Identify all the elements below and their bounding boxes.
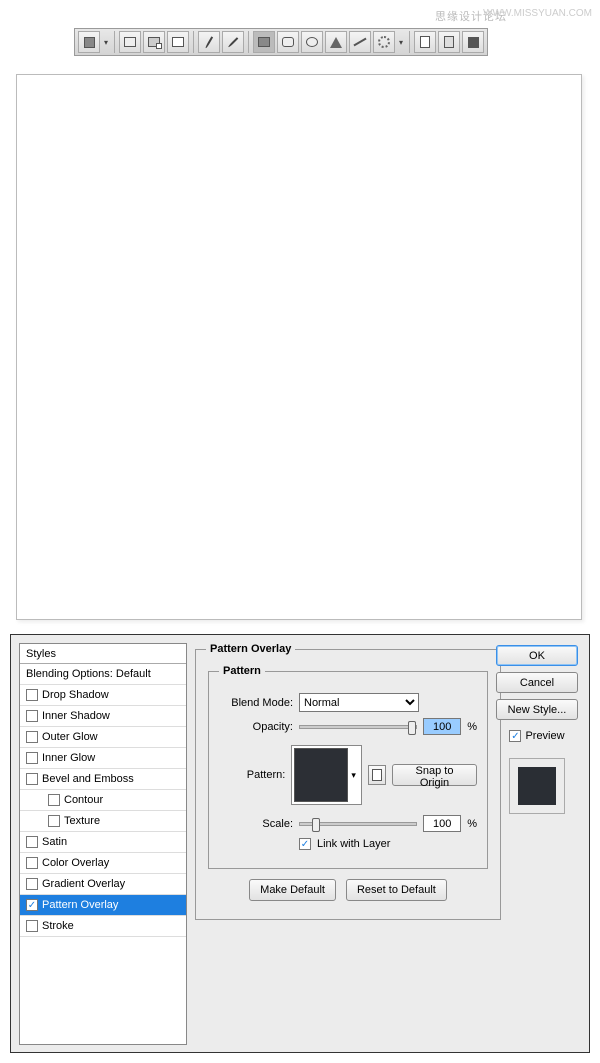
styles-header[interactable]: Styles (20, 644, 186, 664)
cancel-button[interactable]: Cancel (496, 672, 578, 693)
style-label: Gradient Overlay (42, 874, 125, 895)
document-canvas[interactable] (16, 74, 582, 620)
reset-to-default-button[interactable]: Reset to Default (346, 879, 447, 901)
style-checkbox[interactable] (26, 752, 38, 764)
make-default-button[interactable]: Make Default (249, 879, 336, 901)
style-row-stroke[interactable]: Stroke (20, 916, 186, 937)
style-label: Outer Glow (42, 727, 98, 748)
layer-style-dialog: Styles Blending Options: Default Drop Sh… (10, 634, 590, 1053)
separator (114, 31, 115, 53)
link-with-layer-checkbox[interactable]: ✓ (299, 838, 311, 850)
dialog-right-column: OK Cancel New Style... ✓ Preview (495, 645, 579, 814)
shape-toolbar: ▾ ▾ (74, 28, 488, 56)
style-row-gradient-overlay[interactable]: Gradient Overlay (20, 874, 186, 895)
style-row-drop-shadow[interactable]: Drop Shadow (20, 685, 186, 706)
opacity-input[interactable] (423, 718, 461, 735)
style-checkbox[interactable] (26, 857, 38, 869)
style-checkbox[interactable] (48, 815, 60, 827)
style-label: Contour (64, 790, 103, 811)
style-label: Inner Glow (42, 748, 95, 769)
style-checkbox[interactable] (26, 920, 38, 932)
style-checkbox[interactable] (26, 773, 38, 785)
style-row-bevel-and-emboss[interactable]: Bevel and Emboss (20, 769, 186, 790)
preview-swatch (509, 758, 565, 814)
inner-title: Pattern (219, 665, 265, 677)
pattern-label: Pattern: (219, 769, 285, 781)
watermark-url: WWW.MISSYUAN.COM (483, 8, 592, 19)
percent-label: % (467, 818, 477, 830)
style-preset-icon[interactable] (438, 31, 460, 53)
opacity-slider[interactable] (299, 725, 417, 729)
style-row-texture[interactable]: Texture (20, 811, 186, 832)
shape-layers-icon[interactable] (78, 31, 100, 53)
style-label: Drop Shadow (42, 685, 109, 706)
style-label: Inner Shadow (42, 706, 110, 727)
polygon-icon[interactable] (325, 31, 347, 53)
style-checkbox[interactable] (26, 710, 38, 722)
scale-label: Scale: (219, 818, 293, 830)
style-checkbox[interactable] (26, 689, 38, 701)
scale-input[interactable] (423, 815, 461, 832)
new-preset-icon[interactable] (368, 765, 386, 785)
rounded-rectangle-icon[interactable] (277, 31, 299, 53)
pattern-group: Pattern Blend Mode: Normal Opacity: % Pa… (208, 665, 488, 869)
combine-icon[interactable] (414, 31, 436, 53)
percent-label: % (467, 721, 477, 733)
dropdown-icon[interactable]: ▾ (397, 38, 405, 47)
preview-label: Preview (525, 730, 564, 742)
opacity-label: Opacity: (219, 721, 293, 733)
chevron-down-icon: ▾ (348, 770, 359, 781)
pattern-overlay-group: Pattern Overlay Pattern Blend Mode: Norm… (195, 643, 501, 920)
group-title: Pattern Overlay (206, 643, 295, 655)
style-label: Stroke (42, 916, 74, 937)
style-row-outer-glow[interactable]: Outer Glow (20, 727, 186, 748)
new-style-button[interactable]: New Style... (496, 699, 578, 720)
color-icon[interactable] (462, 31, 484, 53)
style-row-inner-glow[interactable]: Inner Glow (20, 748, 186, 769)
snap-to-origin-button[interactable]: Snap to Origin (392, 764, 477, 786)
pattern-swatch-icon (294, 748, 348, 802)
freeform-pen-icon[interactable] (222, 31, 244, 53)
style-checkbox[interactable] (26, 731, 38, 743)
preview-checkbox[interactable]: ✓ (509, 730, 521, 742)
style-row-contour[interactable]: Contour (20, 790, 186, 811)
styles-list-panel: Styles Blending Options: Default Drop Sh… (19, 643, 187, 1045)
custom-shape-icon[interactable] (373, 31, 395, 53)
separator (193, 31, 194, 53)
effect-settings-panel: Pattern Overlay Pattern Blend Mode: Norm… (195, 643, 501, 928)
blend-mode-label: Blend Mode: (219, 697, 293, 709)
style-checkbox[interactable] (26, 836, 38, 848)
fill-pixels-icon[interactable] (143, 31, 165, 53)
dropdown-icon[interactable]: ▾ (102, 38, 110, 47)
style-row-pattern-overlay[interactable]: ✓ Pattern Overlay (20, 895, 186, 916)
style-label: Texture (64, 811, 100, 832)
style-label: Satin (42, 832, 67, 853)
style-checkbox[interactable] (26, 878, 38, 890)
style-label: Pattern Overlay (42, 895, 118, 916)
preview-pattern-icon (518, 767, 556, 805)
style-checkbox[interactable]: ✓ (26, 899, 38, 911)
pen-tool-icon[interactable] (167, 31, 189, 53)
path-mode-icon[interactable] (119, 31, 141, 53)
style-row-satin[interactable]: Satin (20, 832, 186, 853)
style-row-inner-shadow[interactable]: Inner Shadow (20, 706, 186, 727)
link-with-layer-label: Link with Layer (317, 838, 390, 850)
blending-options-row[interactable]: Blending Options: Default (20, 664, 186, 685)
line-icon[interactable] (349, 31, 371, 53)
pattern-picker[interactable]: ▾ (291, 745, 362, 805)
style-checkbox[interactable] (48, 794, 60, 806)
scale-slider[interactable] (299, 822, 417, 826)
ellipse-icon[interactable] (301, 31, 323, 53)
pen-icon[interactable] (198, 31, 220, 53)
separator (248, 31, 249, 53)
style-label: Color Overlay (42, 853, 109, 874)
separator (409, 31, 410, 53)
blend-mode-select[interactable]: Normal (299, 693, 419, 712)
rectangle-icon[interactable] (253, 31, 275, 53)
ok-button[interactable]: OK (496, 645, 578, 666)
style-row-color-overlay[interactable]: Color Overlay (20, 853, 186, 874)
style-label: Bevel and Emboss (42, 769, 134, 790)
